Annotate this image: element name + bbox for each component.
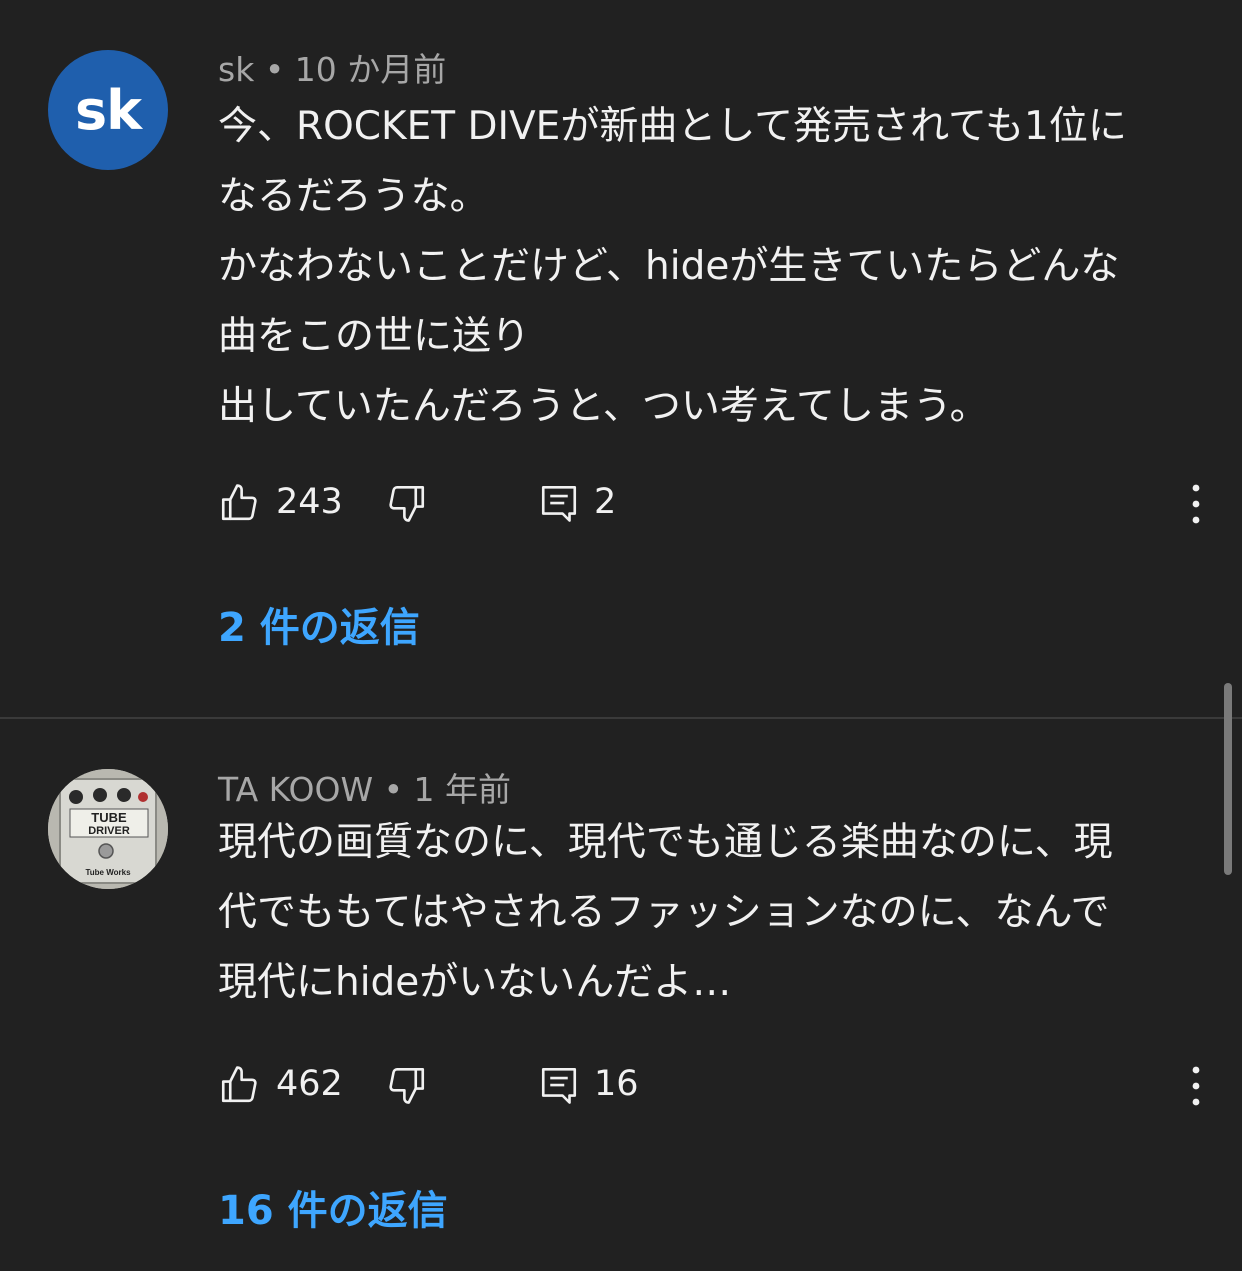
view-replies-link[interactable]: 16 件の返信 — [218, 1186, 448, 1236]
comment-line: 今、ROCKET DIVEが新曲として発売されても1位に — [218, 104, 1127, 149]
avatar[interactable]: TUBE DRIVER Tube Works — [48, 769, 168, 889]
pedal-label-tube: TUBE — [91, 810, 127, 825]
thumbs-up-icon[interactable] — [218, 1064, 260, 1106]
comment-actions: 462 16 — [218, 1054, 1208, 1114]
meta-separator: • — [383, 770, 404, 809]
comment-line: 出していたんだろうと、つい考えてしまう。 — [218, 384, 989, 429]
comments-panel: sk sk • 10 か月前 今、ROCKET DIVEが新曲として発売されても… — [0, 0, 1242, 1271]
comment-line: 曲をこの世に送り — [218, 314, 531, 359]
pedal-label-brand: Tube Works — [85, 868, 131, 877]
comment-time[interactable]: 10 か月前 — [295, 50, 446, 89]
more-options-icon[interactable] — [1184, 480, 1208, 528]
comment-actions: 243 2 — [218, 472, 1208, 532]
meta-separator: • — [264, 50, 285, 89]
scrollbar[interactable] — [1224, 683, 1232, 875]
comment-time[interactable]: 1 年前 — [414, 770, 512, 809]
comment-text: 今、ROCKET DIVEが新曲として発売されても1位に なるだろうな。 かなわ… — [218, 92, 1208, 442]
thumbs-down-icon[interactable] — [386, 482, 428, 524]
reply-count: 16 — [594, 1064, 639, 1104]
comment-line: 現代にhideがいないんだよ… — [218, 960, 732, 1005]
comment-text: 現代の画質なのに、現代でも通じる楽曲なのに、現 代でももてはやされるファッション… — [218, 808, 1208, 1018]
more-options-icon[interactable] — [1184, 1062, 1208, 1110]
divider — [0, 717, 1242, 719]
like-count: 462 — [276, 1064, 343, 1104]
comment-line: 代でももてはやされるファッションなのに、なんで — [218, 890, 1110, 935]
reply-icon[interactable] — [538, 1064, 580, 1106]
view-replies-link[interactable]: 2 件の返信 — [218, 603, 420, 653]
comment-meta: TA KOOW • 1 年前 — [218, 770, 511, 810]
avatar[interactable]: sk — [48, 50, 168, 170]
like-count: 243 — [276, 482, 343, 522]
pedal-label-driver: DRIVER — [88, 825, 130, 837]
reply-icon[interactable] — [538, 482, 580, 524]
reply-count: 2 — [594, 482, 617, 522]
avatar-initials: sk — [74, 78, 142, 142]
comment-line: 現代の画質なのに、現代でも通じる楽曲なのに、現 — [218, 820, 1113, 865]
comment-meta: sk • 10 か月前 — [218, 50, 446, 90]
tube-driver-pedal-image: TUBE DRIVER Tube Works — [48, 769, 168, 889]
comment-line: なるだろうな。 — [218, 174, 489, 219]
thumbs-down-icon[interactable] — [386, 1064, 428, 1106]
author-name[interactable]: TA KOOW — [218, 770, 373, 809]
thumbs-up-icon[interactable] — [218, 482, 260, 524]
comment-line: かなわないことだけど、hideが生きていたらどんな — [218, 244, 1120, 289]
author-name[interactable]: sk — [218, 50, 254, 89]
